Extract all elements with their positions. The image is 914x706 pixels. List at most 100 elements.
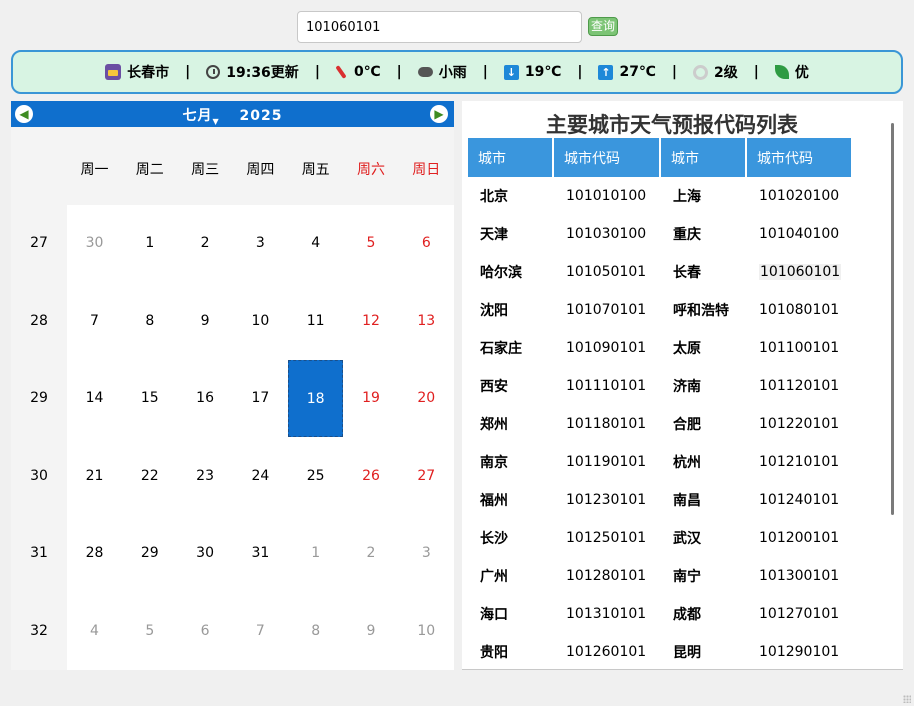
city-code: 101010100 bbox=[566, 188, 647, 204]
calendar-day[interactable]: 4 bbox=[288, 205, 343, 282]
city-code-cell: 101120101 bbox=[747, 367, 853, 405]
calendar-day[interactable]: 21 bbox=[67, 438, 122, 515]
cloud-icon bbox=[417, 67, 433, 77]
calendar-day[interactable]: 16 bbox=[178, 360, 233, 437]
city-name: 昆明 bbox=[673, 645, 701, 661]
city-name: 重庆 bbox=[673, 227, 701, 243]
calendar-day[interactable]: 31 bbox=[233, 515, 288, 592]
city-code: 101110101 bbox=[566, 378, 647, 394]
calendar-day[interactable]: 8 bbox=[122, 283, 177, 360]
city-code-cell: 101010100 bbox=[554, 177, 661, 215]
city-code: 101280101 bbox=[566, 568, 647, 584]
city-name: 济南 bbox=[673, 379, 701, 395]
city-name-cell: 哈尔滨 bbox=[468, 253, 554, 291]
weekday-label: 周一 bbox=[80, 162, 109, 178]
calendar-day[interactable]: 20 bbox=[399, 360, 454, 437]
calendar-day[interactable]: 30 bbox=[178, 515, 233, 592]
city-name-cell: 天津 bbox=[468, 215, 554, 253]
city-name-cell: 呼和浩特 bbox=[661, 291, 747, 329]
calendar-day[interactable]: 4 bbox=[67, 593, 122, 670]
city-code-cell: 101060101 bbox=[747, 253, 853, 291]
panel-title: 主要城市天气预报代码列表 bbox=[546, 113, 798, 137]
city-code-cell: 101250101 bbox=[554, 519, 661, 557]
calendar-day[interactable]: 13 bbox=[399, 283, 454, 360]
calendar-day[interactable]: 15 bbox=[122, 360, 177, 437]
table-row: 西安 101110101 济南 101120101 bbox=[468, 367, 853, 405]
calendar-day[interactable]: 24 bbox=[233, 438, 288, 515]
separator: | bbox=[185, 64, 191, 80]
calendar-day[interactable]: 6 bbox=[178, 593, 233, 670]
calendar-day[interactable]: 7 bbox=[233, 593, 288, 670]
calendar-day[interactable]: 8 bbox=[288, 593, 343, 670]
city-code-cell: 101260101 bbox=[554, 633, 661, 669]
scrollbar[interactable] bbox=[891, 123, 894, 515]
table-row: 海口 101310101 成都 101270101 bbox=[468, 595, 853, 633]
city-code-cell: 101270101 bbox=[747, 595, 853, 633]
city-code-cell: 101090101 bbox=[554, 329, 661, 367]
next-month-icon[interactable]: ▶ bbox=[430, 105, 448, 123]
calendar-day[interactable]: 3 bbox=[233, 205, 288, 282]
calendar-day[interactable]: 23 bbox=[178, 438, 233, 515]
week-number: 30 bbox=[30, 467, 48, 484]
city-name: 海口 bbox=[480, 607, 508, 623]
city-name: 长沙 bbox=[480, 531, 508, 547]
calendar-day[interactable]: 22 bbox=[122, 438, 177, 515]
table-row: 广州 101280101 南宁 101300101 bbox=[468, 557, 853, 595]
separator: | bbox=[671, 64, 678, 80]
month-selector[interactable]: 七月▼ bbox=[182, 108, 220, 126]
calendar-day[interactable]: 17 bbox=[233, 360, 288, 437]
calendar-day[interactable]: 25 bbox=[288, 438, 343, 515]
calendar-day[interactable]: 29 bbox=[122, 515, 177, 592]
calendar-day[interactable]: 7 bbox=[67, 283, 122, 360]
calendar-day[interactable]: 10 bbox=[399, 593, 454, 670]
separator: | bbox=[396, 64, 402, 80]
calendar-day[interactable]: 19 bbox=[344, 360, 399, 437]
weekday-label: 周五 bbox=[301, 162, 330, 178]
city-code: 101270101 bbox=[759, 606, 840, 622]
year-label[interactable]: 2025 bbox=[240, 108, 283, 124]
calendar-day[interactable]: 1 bbox=[288, 515, 343, 592]
city-name: 贵阳 bbox=[480, 645, 508, 661]
calendar-day[interactable]: 3 bbox=[399, 515, 454, 592]
calendar-day[interactable]: 6 bbox=[399, 205, 454, 282]
week-number: 28 bbox=[30, 312, 48, 329]
city-name: 太原 bbox=[673, 341, 701, 357]
city-code: 101020100 bbox=[759, 188, 840, 204]
table-row: 郑州 101180101 合肥 101220101 bbox=[468, 405, 853, 443]
calendar-day[interactable]: 9 bbox=[344, 593, 399, 670]
city-name-cell: 长沙 bbox=[468, 519, 554, 557]
calendar-day[interactable]: 30 bbox=[67, 205, 122, 282]
calendar-day[interactable]: 9 bbox=[178, 283, 233, 360]
calendar-day[interactable]: 5 bbox=[344, 205, 399, 282]
table-row: 南京 101190101 杭州 101210101 bbox=[468, 443, 853, 481]
city-name-cell: 昆明 bbox=[661, 633, 747, 669]
city-name: 南昌 bbox=[673, 493, 701, 509]
city-code: 101040100 bbox=[759, 226, 840, 242]
city-code-table: 城市 城市代码 城市 城市代码 北京 101010100 上海 101020100 天津… bbox=[468, 138, 853, 669]
calendar-day[interactable]: 10 bbox=[233, 283, 288, 360]
city-name: 南京 bbox=[480, 455, 508, 471]
month-label: 七月 bbox=[182, 108, 213, 124]
table-body: 北京 101010100 上海 101020100 天津 101030100 重庆 10104… bbox=[468, 177, 853, 669]
city-name: 天津 bbox=[480, 227, 508, 243]
table-row: 北京 101010100 上海 101020100 bbox=[468, 177, 853, 215]
resize-grip-icon[interactable] bbox=[903, 695, 911, 703]
condition-text: 小雨 bbox=[438, 65, 467, 81]
calendar-day[interactable]: 28 bbox=[67, 515, 122, 592]
calendar-day[interactable]: 2 bbox=[344, 515, 399, 592]
calendar-day[interactable]: 11 bbox=[288, 283, 343, 360]
calendar-day[interactable]: 14 bbox=[67, 360, 122, 437]
query-button[interactable]: 查询 bbox=[588, 17, 618, 36]
calendar-day[interactable]: 12 bbox=[344, 283, 399, 360]
calendar-day[interactable]: 26 bbox=[344, 438, 399, 515]
city-name-cell: 沈阳 bbox=[468, 291, 554, 329]
leaf-icon bbox=[774, 65, 789, 79]
calendar-day[interactable]: 27 bbox=[399, 438, 454, 515]
calendar-day[interactable]: 2 bbox=[178, 205, 233, 282]
table-row: 福州 101230101 南昌 101240101 bbox=[468, 481, 853, 519]
city-icon bbox=[105, 64, 122, 80]
calendar-day-selected[interactable]: 18 bbox=[288, 360, 344, 437]
search-input[interactable] bbox=[297, 11, 582, 43]
calendar-day[interactable]: 1 bbox=[122, 205, 177, 282]
calendar-day[interactable]: 5 bbox=[122, 593, 177, 670]
